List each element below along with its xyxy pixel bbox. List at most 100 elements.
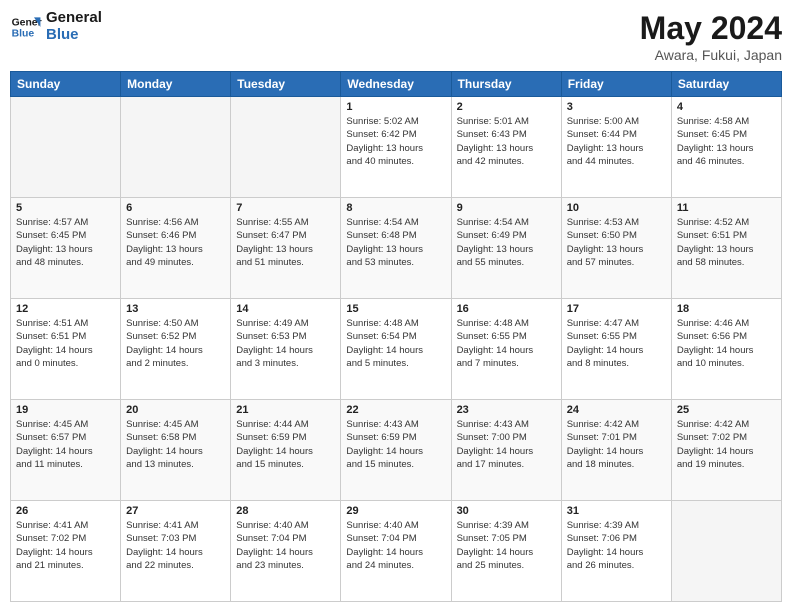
calendar-cell: 15Sunrise: 4:48 AM Sunset: 6:54 PM Dayli…	[341, 299, 451, 400]
day-info: Sunrise: 4:43 AM Sunset: 7:00 PM Dayligh…	[457, 418, 556, 471]
logo-general: General	[46, 10, 102, 27]
calendar-header-thursday: Thursday	[451, 72, 561, 97]
calendar-cell: 6Sunrise: 4:56 AM Sunset: 6:46 PM Daylig…	[121, 198, 231, 299]
day-number: 31	[567, 505, 666, 517]
day-number: 26	[16, 505, 115, 517]
day-number: 28	[236, 505, 335, 517]
day-info: Sunrise: 4:46 AM Sunset: 6:56 PM Dayligh…	[677, 317, 776, 370]
calendar-cell: 10Sunrise: 4:53 AM Sunset: 6:50 PM Dayli…	[561, 198, 671, 299]
main-title: May 2024	[640, 10, 782, 47]
subtitle: Awara, Fukui, Japan	[640, 47, 782, 63]
calendar-cell: 28 Sunrise: 4:40 AM Sunset: 7:04 PM Dayli…	[231, 501, 341, 602]
day-number: 15	[346, 303, 445, 315]
day-number: 7	[236, 202, 335, 214]
calendar-cell: 24 Sunrise: 4:42 AM Sunset: 7:01 PM Dayli…	[561, 400, 671, 501]
title-section: May 2024 Awara, Fukui, Japan	[640, 10, 782, 63]
calendar-cell: 1 Sunrise: 5:02 AM Sunset: 6:42 PM Daylig…	[341, 97, 451, 198]
day-info: Sunrise: 4:55 AM Sunset: 6:47 PM Dayligh…	[236, 216, 335, 269]
calendar-cell: 20Sunrise: 4:45 AM Sunset: 6:58 PM Dayli…	[121, 400, 231, 501]
day-info: Sunrise: 4:52 AM Sunset: 6:51 PM Dayligh…	[677, 216, 776, 269]
calendar-cell: 12Sunrise: 4:51 AM Sunset: 6:51 PM Dayli…	[11, 299, 121, 400]
day-info: Sunrise: 4:42 AM Sunset: 7:02 PM Dayligh…	[677, 418, 776, 471]
calendar-week-row: 12Sunrise: 4:51 AM Sunset: 6:51 PM Dayli…	[11, 299, 782, 400]
calendar-week-row: 26 Sunrise: 4:41 AM Sunset: 7:02 PM Dayli…	[11, 501, 782, 602]
calendar-cell: 17 Sunrise: 4:47 AM Sunset: 6:55 PM Dayli…	[561, 299, 671, 400]
day-info: Sunrise: 4:47 AM Sunset: 6:55 PM Dayligh…	[567, 317, 666, 370]
day-number: 22	[346, 404, 445, 416]
day-number: 25	[677, 404, 776, 416]
day-number: 18	[677, 303, 776, 315]
day-number: 24	[567, 404, 666, 416]
day-number: 6	[126, 202, 225, 214]
day-number: 21	[236, 404, 335, 416]
calendar-cell: 26 Sunrise: 4:41 AM Sunset: 7:02 PM Dayli…	[11, 501, 121, 602]
day-number: 23	[457, 404, 556, 416]
day-info: Sunrise: 4:54 AM Sunset: 6:49 PM Dayligh…	[457, 216, 556, 269]
calendar-week-row: 5Sunrise: 4:57 AM Sunset: 6:45 PM Daylig…	[11, 198, 782, 299]
day-number: 2	[457, 101, 556, 113]
day-number: 14	[236, 303, 335, 315]
calendar-cell: 3 Sunrise: 5:00 AM Sunset: 6:44 PM Daylig…	[561, 97, 671, 198]
header: General Blue General Blue May 2024 Awara…	[10, 10, 782, 63]
day-number: 1	[346, 101, 445, 113]
calendar-cell: 18 Sunrise: 4:46 AM Sunset: 6:56 PM Dayli…	[671, 299, 781, 400]
calendar-header-friday: Friday	[561, 72, 671, 97]
day-number: 20	[126, 404, 225, 416]
day-info: Sunrise: 4:50 AM Sunset: 6:52 PM Dayligh…	[126, 317, 225, 370]
calendar-cell: 23 Sunrise: 4:43 AM Sunset: 7:00 PM Dayli…	[451, 400, 561, 501]
day-number: 8	[346, 202, 445, 214]
day-info: Sunrise: 5:02 AM Sunset: 6:42 PM Dayligh…	[346, 115, 445, 168]
logo-icon: General Blue	[10, 11, 42, 43]
day-info: Sunrise: 4:42 AM Sunset: 7:01 PM Dayligh…	[567, 418, 666, 471]
calendar-cell: 14 Sunrise: 4:49 AM Sunset: 6:53 PM Dayli…	[231, 299, 341, 400]
calendar-cell: 25 Sunrise: 4:42 AM Sunset: 7:02 PM Dayli…	[671, 400, 781, 501]
day-info: Sunrise: 4:41 AM Sunset: 7:02 PM Dayligh…	[16, 519, 115, 572]
calendar-cell: 16Sunrise: 4:48 AM Sunset: 6:55 PM Dayli…	[451, 299, 561, 400]
day-info: Sunrise: 4:41 AM Sunset: 7:03 PM Dayligh…	[126, 519, 225, 572]
calendar-cell: 29Sunrise: 4:40 AM Sunset: 7:04 PM Dayli…	[341, 501, 451, 602]
calendar-cell	[11, 97, 121, 198]
calendar-header-row: SundayMondayTuesdayWednesdayThursdayFrid…	[11, 72, 782, 97]
calendar-header-wednesday: Wednesday	[341, 72, 451, 97]
day-info: Sunrise: 4:39 AM Sunset: 7:05 PM Dayligh…	[457, 519, 556, 572]
calendar-cell: 4 Sunrise: 4:58 AM Sunset: 6:45 PM Daylig…	[671, 97, 781, 198]
calendar-header-saturday: Saturday	[671, 72, 781, 97]
day-info: Sunrise: 4:49 AM Sunset: 6:53 PM Dayligh…	[236, 317, 335, 370]
day-info: Sunrise: 4:57 AM Sunset: 6:45 PM Dayligh…	[16, 216, 115, 269]
day-number: 4	[677, 101, 776, 113]
day-info: Sunrise: 4:40 AM Sunset: 7:04 PM Dayligh…	[236, 519, 335, 572]
calendar-cell: 21 Sunrise: 4:44 AM Sunset: 6:59 PM Dayli…	[231, 400, 341, 501]
calendar-table: SundayMondayTuesdayWednesdayThursdayFrid…	[10, 71, 782, 602]
day-info: Sunrise: 4:40 AM Sunset: 7:04 PM Dayligh…	[346, 519, 445, 572]
day-info: Sunrise: 4:43 AM Sunset: 6:59 PM Dayligh…	[346, 418, 445, 471]
logo-blue: Blue	[46, 27, 102, 44]
day-number: 9	[457, 202, 556, 214]
day-number: 30	[457, 505, 556, 517]
calendar-cell: 5Sunrise: 4:57 AM Sunset: 6:45 PM Daylig…	[11, 198, 121, 299]
day-number: 27	[126, 505, 225, 517]
day-info: Sunrise: 4:53 AM Sunset: 6:50 PM Dayligh…	[567, 216, 666, 269]
calendar-cell: 9 Sunrise: 4:54 AM Sunset: 6:49 PM Daylig…	[451, 198, 561, 299]
calendar-header-sunday: Sunday	[11, 72, 121, 97]
day-info: Sunrise: 4:58 AM Sunset: 6:45 PM Dayligh…	[677, 115, 776, 168]
logo: General Blue General Blue	[10, 10, 102, 43]
day-info: Sunrise: 4:51 AM Sunset: 6:51 PM Dayligh…	[16, 317, 115, 370]
day-info: Sunrise: 4:44 AM Sunset: 6:59 PM Dayligh…	[236, 418, 335, 471]
svg-text:Blue: Blue	[12, 28, 35, 39]
day-info: Sunrise: 4:39 AM Sunset: 7:06 PM Dayligh…	[567, 519, 666, 572]
day-info: Sunrise: 4:45 AM Sunset: 6:57 PM Dayligh…	[16, 418, 115, 471]
day-info: Sunrise: 5:00 AM Sunset: 6:44 PM Dayligh…	[567, 115, 666, 168]
day-number: 3	[567, 101, 666, 113]
calendar-cell	[671, 501, 781, 602]
day-number: 17	[567, 303, 666, 315]
page: General Blue General Blue May 2024 Awara…	[0, 0, 792, 612]
day-info: Sunrise: 5:01 AM Sunset: 6:43 PM Dayligh…	[457, 115, 556, 168]
calendar-cell: 13Sunrise: 4:50 AM Sunset: 6:52 PM Dayli…	[121, 299, 231, 400]
day-number: 11	[677, 202, 776, 214]
calendar-cell: 11 Sunrise: 4:52 AM Sunset: 6:51 PM Dayli…	[671, 198, 781, 299]
calendar-cell: 22 Sunrise: 4:43 AM Sunset: 6:59 PM Dayli…	[341, 400, 451, 501]
calendar-header-tuesday: Tuesday	[231, 72, 341, 97]
calendar-cell	[121, 97, 231, 198]
calendar-cell: 31 Sunrise: 4:39 AM Sunset: 7:06 PM Dayli…	[561, 501, 671, 602]
calendar-week-row: 19Sunrise: 4:45 AM Sunset: 6:57 PM Dayli…	[11, 400, 782, 501]
